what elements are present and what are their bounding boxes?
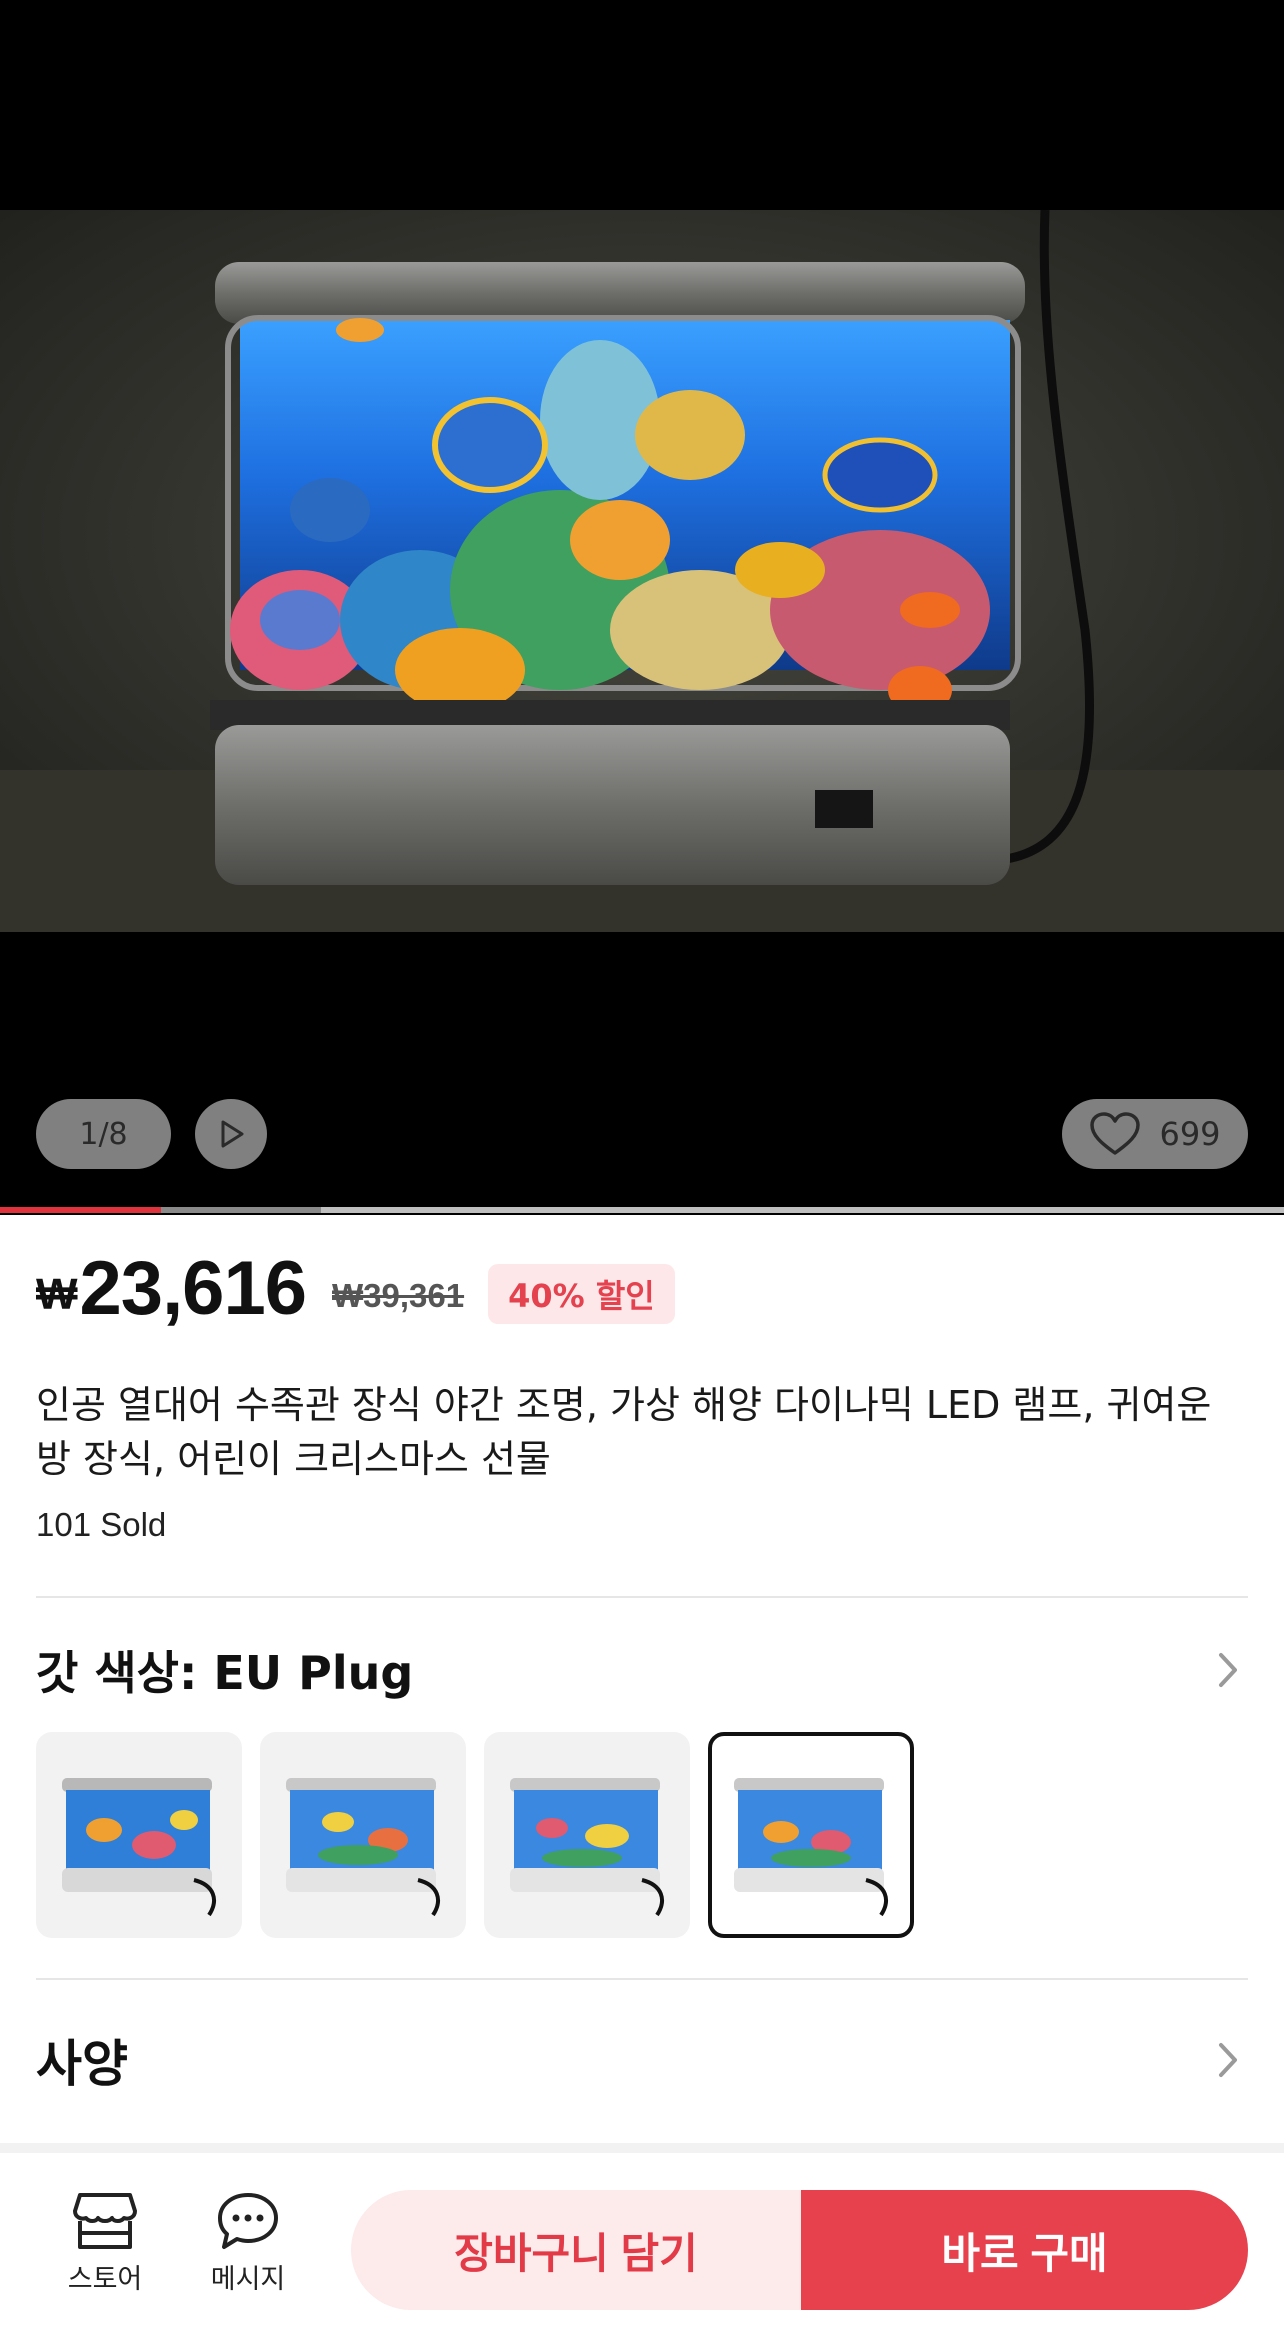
variant-thumbnail <box>510 1778 664 1917</box>
variant-title: 갓 색상: EU Plug <box>36 1646 414 1700</box>
variant-swatches <box>36 1732 914 1938</box>
favorite-button[interactable]: 699 <box>1062 1099 1248 1169</box>
message-label: 메시지 <box>210 2264 286 2295</box>
chevron-right-icon <box>1208 1650 1248 1690</box>
chat-icon <box>218 2193 278 2249</box>
product-photo[interactable] <box>0 210 1284 932</box>
add-to-cart-button[interactable]: 장바구니 담기 <box>351 2190 801 2310</box>
specifications-title: 사양 <box>36 2035 128 2093</box>
section-separator <box>0 2143 1284 2153</box>
sold-count: 101 Sold <box>36 1506 167 1543</box>
image-counter: 1/8 <box>36 1099 171 1169</box>
bottom-action-bar: 스토어 메시지 장바구니 담기 바로 구매 <box>0 2153 1284 2339</box>
store-icon <box>73 2193 137 2249</box>
variant-swatch-eu-plug[interactable] <box>708 1732 914 1938</box>
price-currency: ₩ <box>36 1270 78 1319</box>
play-video-button[interactable] <box>195 1099 267 1169</box>
original-price: ₩39,361 <box>331 1277 465 1314</box>
divider <box>36 1978 1248 1980</box>
message-button[interactable]: 메시지 <box>183 2191 313 2296</box>
variant-swatch-1[interactable] <box>36 1732 242 1938</box>
store-label: 스토어 <box>67 2264 143 2295</box>
discount-badge: 40% 할인 <box>488 1264 675 1324</box>
gallery-progress-loaded <box>160 1207 321 1213</box>
price-row: ₩ 23,616 ₩39,361 40% 할인 <box>36 1246 675 1331</box>
play-icon <box>221 1120 244 1148</box>
chevron-right-icon <box>1208 2040 1248 2080</box>
variant-swatch-3[interactable] <box>484 1732 690 1938</box>
media-gallery[interactable]: 1/8 699 <box>0 0 1284 1215</box>
gallery-progress-active <box>0 1207 161 1213</box>
variant-selector-header[interactable]: 갓 색상: EU Plug <box>36 1630 1248 1710</box>
favorite-count: 699 <box>1159 1115 1221 1153</box>
image-counter-text: 1/8 <box>79 1116 128 1152</box>
sale-price: 23,616 <box>79 1245 307 1331</box>
variant-thumbnail <box>734 1778 888 1917</box>
variant-thumbnail <box>286 1778 440 1917</box>
heart-icon <box>1090 1112 1141 1155</box>
divider <box>36 1596 1248 1598</box>
buy-now-button[interactable]: 바로 구매 <box>801 2190 1248 2310</box>
specifications-row[interactable]: 사양 <box>36 2020 1248 2100</box>
store-button[interactable]: 스토어 <box>40 2191 170 2296</box>
variant-swatch-2[interactable] <box>260 1732 466 1938</box>
variant-thumbnail <box>62 1778 216 1917</box>
product-title: 인공 열대어 수족관 장식 야간 조명, 가상 해양 다이나믹 LED 램프, … <box>36 1383 1212 1481</box>
gallery-progress-bar <box>0 1207 1284 1213</box>
